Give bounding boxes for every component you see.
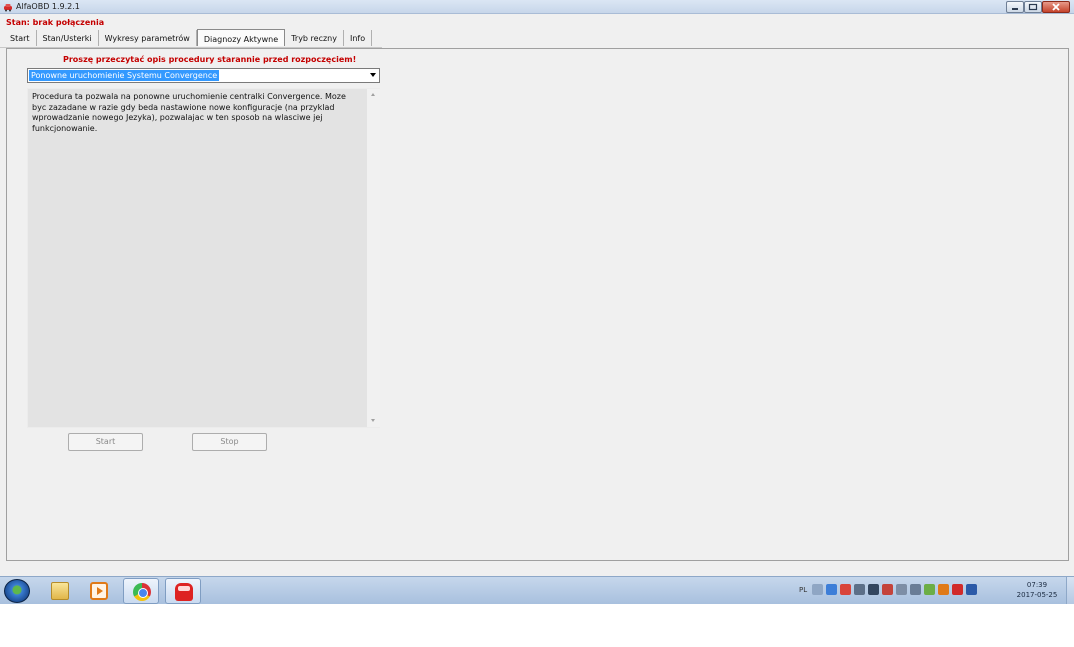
close-icon bbox=[1052, 3, 1060, 11]
action-center-icon[interactable] bbox=[966, 584, 977, 595]
scroll-down-icon[interactable] bbox=[371, 419, 375, 422]
maximize-icon bbox=[1028, 3, 1038, 11]
language-indicator[interactable]: PL bbox=[799, 586, 807, 594]
close-button[interactable] bbox=[1042, 1, 1070, 13]
monitor-icon[interactable] bbox=[868, 584, 879, 595]
stop-button[interactable]: Stop bbox=[192, 433, 267, 451]
taskbar-explorer[interactable] bbox=[42, 578, 78, 604]
tab-info[interactable]: Info bbox=[344, 30, 373, 46]
scroll-up-icon[interactable] bbox=[371, 93, 375, 96]
title-bar[interactable]: AlfaOBD 1.9.2.1 bbox=[0, 0, 1074, 14]
start-button[interactable]: Start bbox=[68, 433, 143, 451]
tab-start[interactable]: Start bbox=[4, 30, 37, 46]
app-tray-icon[interactable] bbox=[840, 584, 851, 595]
tab-wykresy-parametrow[interactable]: Wykresy parametrów bbox=[99, 30, 197, 46]
connection-status: Stan: brak połączenia bbox=[6, 18, 105, 27]
taskbar: PL 07:39 2017-05-25 bbox=[0, 576, 1074, 604]
show-desktop-button[interactable] bbox=[1066, 577, 1074, 604]
procedure-description-box[interactable]: Procedura ta pozwala na ponowne uruchomi… bbox=[27, 88, 380, 428]
chrome-icon bbox=[133, 583, 151, 601]
clock-time: 07:39 bbox=[1026, 581, 1048, 589]
tab-tryb-reczny[interactable]: Tryb reczny bbox=[285, 30, 344, 46]
minimize-button[interactable] bbox=[1006, 1, 1024, 13]
maximize-button[interactable] bbox=[1024, 1, 1042, 13]
minimize-icon bbox=[1012, 8, 1018, 10]
start-orb-icon[interactable] bbox=[4, 579, 30, 603]
keyboard-icon[interactable] bbox=[812, 584, 823, 595]
device-icon[interactable] bbox=[854, 584, 865, 595]
taskbar-alfaobd[interactable] bbox=[165, 578, 201, 604]
chevron-down-icon[interactable] bbox=[370, 73, 376, 77]
clock-date: 2017-05-25 bbox=[1016, 591, 1058, 599]
network-icon[interactable] bbox=[826, 584, 837, 595]
alfaobd-car-icon bbox=[3, 2, 13, 12]
taskbar-chrome[interactable] bbox=[123, 578, 159, 604]
system-tray bbox=[812, 584, 977, 595]
application-window: AlfaOBD 1.9.2.1 Stan: brak połączenia St… bbox=[0, 0, 1074, 576]
antivirus-icon[interactable] bbox=[952, 584, 963, 595]
media-player-icon bbox=[90, 582, 108, 600]
description-scrollbar[interactable] bbox=[367, 89, 380, 427]
alfaobd-car-icon bbox=[175, 583, 193, 601]
tab-diagnozy-aktywne[interactable]: Diagnozy Aktywne bbox=[196, 29, 286, 46]
wifi-icon[interactable] bbox=[938, 584, 949, 595]
shield-icon[interactable] bbox=[924, 584, 935, 595]
folder-icon bbox=[51, 582, 69, 600]
usb-icon[interactable] bbox=[896, 584, 907, 595]
system-clock[interactable]: 07:39 2017-05-25 bbox=[1014, 580, 1060, 600]
procedure-select[interactable]: Ponowne uruchomienie Systemu Convergence bbox=[27, 68, 380, 83]
taskbar-media-player[interactable] bbox=[81, 578, 117, 604]
window-title: AlfaOBD 1.9.2.1 bbox=[16, 2, 80, 11]
tab-bar: Start Stan/Usterki Wykresy parametrów Di… bbox=[4, 29, 373, 47]
procedure-warning: Proszę przeczytać opis procedury starann… bbox=[63, 55, 357, 64]
procedure-description: Procedura ta pozwala na ponowne uruchomi… bbox=[32, 92, 346, 133]
procedure-select-value: Ponowne uruchomienie Systemu Convergence bbox=[29, 70, 220, 81]
flag-icon[interactable] bbox=[882, 584, 893, 595]
tab-stan-usterki[interactable]: Stan/Usterki bbox=[37, 30, 99, 46]
volume-icon[interactable] bbox=[910, 584, 921, 595]
